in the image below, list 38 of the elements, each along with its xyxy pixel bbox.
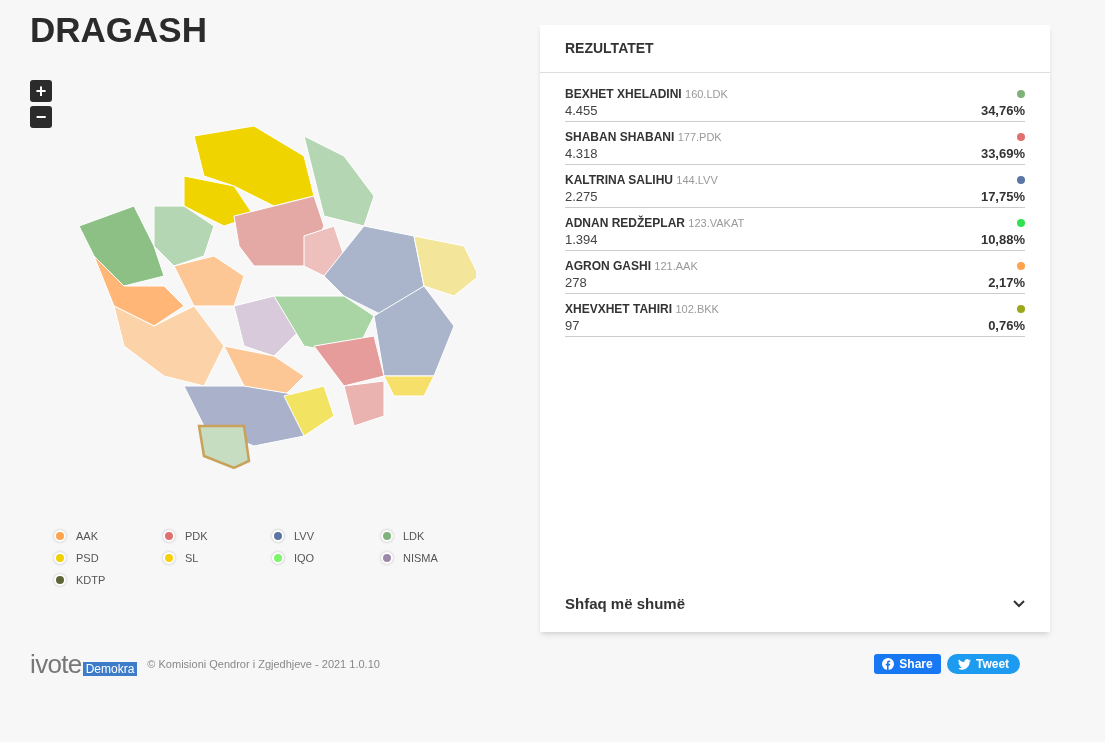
chevron-down-icon [1013,600,1025,608]
vote-count: 4.455 [565,102,599,119]
candidate-name: ADNAN REDŽEPLAR 123.VAKAT [565,215,745,231]
facebook-share-button[interactable]: Share [874,654,941,674]
zoom-in-button[interactable]: + [30,80,52,102]
candidate-name: SHABAN SHABANI 177.PDK [565,129,722,145]
legend-label: SL [185,550,199,566]
ivote-logo: ivote Demokra [30,652,138,676]
vote-percent: 10,88% [980,231,1025,248]
page-title: DRAGASH [30,10,207,50]
legend-label: IQO [294,550,315,566]
candidate-name: AGRON GASHI 121.AAK [565,258,698,274]
bird-icon [957,658,971,670]
vote-percent: 0,76% [988,317,1025,334]
vote-count: 2.275 [565,188,599,205]
show-more-button[interactable]: Shfaq më shumë [565,594,1025,614]
vote-percent: 34,76% [980,102,1025,119]
zoom-out-button[interactable]: − [30,106,52,128]
legend-label: LVV [294,528,314,544]
candidate-name: KALTRINA SALIHU 144.LVV [565,172,718,188]
vote-percent: 2,17% [988,274,1025,291]
candidate-name: BEXHET XHELADINI 160.LDK [565,86,728,102]
legend-label: AAK [76,528,98,544]
vote-percent: 17,75% [980,188,1025,205]
legend-label: PDK [185,528,208,544]
legend-label: PSD [76,550,99,566]
facebook-icon [882,658,895,670]
results-heading: REZULTATET [540,25,1050,73]
legend-label: LDK [403,528,425,544]
vote-count: 4.318 [565,145,599,162]
candidate-name: XHEVXHET TAHIRI 102.BKK [565,301,719,317]
legend-label: KDTP [76,572,106,588]
legend-label: NISMA [403,550,438,566]
vote-count: 278 [565,274,588,291]
vote-percent: 33,69% [980,145,1025,162]
vote-count: 97 [565,317,581,334]
vote-count: 1.394 [565,231,599,248]
copyright-text: © Komisioni Qendror i Zgjedhjeve - 2021 1.0.10 [147,656,380,672]
